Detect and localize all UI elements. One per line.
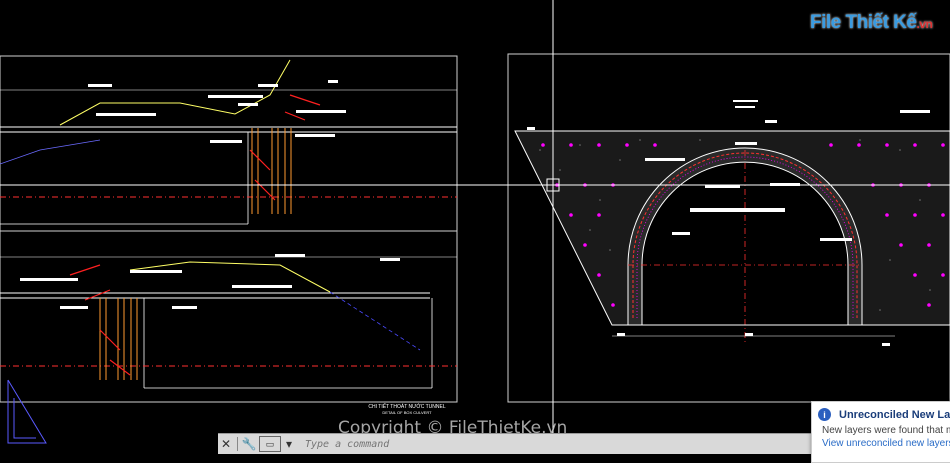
- layer-notification-balloon[interactable]: i Unreconciled New Layers New layers wer…: [811, 401, 950, 463]
- cad-drawing-canvas[interactable]: CHI TIẾT THOÁT NƯỚC TUNNEL DETAIL OF BOX…: [0, 0, 950, 453]
- info-icon: i: [818, 408, 831, 421]
- notification-title-row: i Unreconciled New Layers: [812, 402, 950, 423]
- toolbar-separator: [237, 437, 238, 451]
- longitudinal-section-top: [0, 59, 457, 225]
- viewport-left-bottom: [0, 230, 458, 403]
- wrench-icon[interactable]: 🔧: [241, 436, 257, 452]
- notification-body: New layers were found that ma: [822, 425, 950, 436]
- viewport-left-top: [0, 55, 458, 232]
- close-icon[interactable]: ✕: [218, 436, 234, 452]
- command-prompt-icon[interactable]: ▭: [259, 436, 281, 452]
- notification-link[interactable]: View unreconciled new layers in: [812, 438, 950, 449]
- command-line-bar: ✕ 🔧 ▭ ▾: [218, 433, 813, 454]
- command-input[interactable]: [303, 437, 507, 451]
- logo-suffix: .vn: [916, 17, 933, 31]
- filethietke-logo: File Thiết Kế.vn: [810, 12, 933, 34]
- notification-title: Unreconciled New Layers: [839, 408, 950, 421]
- tunnel-cross-section: [514, 100, 950, 346]
- ucs-icon: [7, 379, 47, 444]
- section-caption-1: CHI TIẾT THOÁT NƯỚC TUNNEL: [368, 403, 445, 410]
- chevron-down-icon[interactable]: ▾: [281, 436, 297, 452]
- longitudinal-section-bottom: [0, 254, 457, 389]
- section-caption-2: DETAIL OF BOX CULVERT: [382, 410, 432, 415]
- logo-text: File Thiết Kế: [810, 12, 917, 33]
